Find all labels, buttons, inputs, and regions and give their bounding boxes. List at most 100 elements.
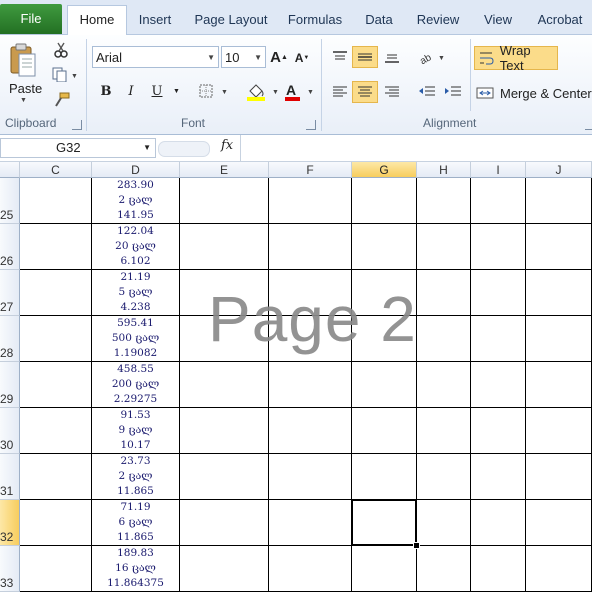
select-all-corner[interactable]	[0, 162, 20, 178]
cell-i26[interactable]	[471, 224, 526, 270]
underline-button[interactable]: U	[149, 82, 165, 100]
font-color-icon[interactable]: A ▼	[283, 81, 317, 103]
row-header[interactable]: 31	[0, 454, 20, 500]
orientation-icon[interactable]: ab ▼	[418, 47, 448, 67]
cell-g33[interactable]	[352, 546, 417, 592]
align-left-icon[interactable]	[330, 82, 350, 102]
cell-e28[interactable]	[180, 316, 269, 362]
cell-i33[interactable]	[471, 546, 526, 592]
cell-e27[interactable]	[180, 270, 269, 316]
cell-j26[interactable]	[526, 224, 592, 270]
cell-e31[interactable]	[180, 454, 269, 500]
cell-j29[interactable]	[526, 362, 592, 408]
cell-c29[interactable]	[20, 362, 92, 408]
column-header-c[interactable]: C	[20, 162, 92, 178]
tab-acrobat[interactable]: Acrobat	[532, 6, 588, 34]
insert-function-button[interactable]: fx	[221, 138, 233, 153]
cell-c25[interactable]	[20, 178, 92, 224]
italic-button[interactable]: I	[123, 82, 139, 100]
merge-center-button[interactable]: Merge & Center	[476, 82, 592, 104]
formula-bar-divider[interactable]	[158, 141, 210, 157]
column-header-d[interactable]: D	[92, 162, 180, 178]
font-size-select[interactable]: 10 ▼	[221, 46, 266, 68]
cell-d31[interactable]: 23.73 2 ცალ 11.865	[92, 454, 180, 500]
row-header[interactable]: 26	[0, 224, 20, 270]
copy-icon[interactable]: ▼	[50, 65, 80, 83]
cell-d30[interactable]: 91.53 9 ცალ 10.17	[92, 408, 180, 454]
cell-h25[interactable]	[417, 178, 471, 224]
alignment-launcher-icon[interactable]	[585, 120, 592, 130]
cell-j28[interactable]	[526, 316, 592, 362]
cell-h28[interactable]	[417, 316, 471, 362]
name-box[interactable]: G32 ▼	[0, 138, 156, 158]
cell-j32[interactable]	[526, 500, 592, 546]
cell-g31[interactable]	[352, 454, 417, 500]
align-right-icon[interactable]	[382, 82, 402, 102]
grow-font-icon[interactable]: A ▲	[270, 47, 288, 67]
cell-d29[interactable]: 458.55 200 ცალ 2.29275	[92, 362, 180, 408]
cell-e29[interactable]	[180, 362, 269, 408]
cell-f27[interactable]	[269, 270, 352, 316]
row-header[interactable]: 30	[0, 408, 20, 454]
cell-c33[interactable]	[20, 546, 92, 592]
cell-d26[interactable]: 122.04 20 ცალ 6.102	[92, 224, 180, 270]
font-name-select[interactable]: Arial ▼	[92, 46, 219, 68]
font-launcher-icon[interactable]	[306, 120, 316, 130]
cell-i28[interactable]	[471, 316, 526, 362]
column-header-g[interactable]: G	[352, 162, 417, 178]
cell-j33[interactable]	[526, 546, 592, 592]
row-header[interactable]: 32	[0, 500, 20, 546]
wrap-text-button[interactable]: Wrap Text	[474, 43, 558, 73]
cell-i32[interactable]	[471, 500, 526, 546]
cell-f26[interactable]	[269, 224, 352, 270]
cell-f32[interactable]	[269, 500, 352, 546]
clipboard-launcher-icon[interactable]	[72, 120, 82, 130]
cell-c27[interactable]	[20, 270, 92, 316]
tab-formulas[interactable]: Formulas	[283, 6, 347, 34]
column-header-j[interactable]: J	[526, 162, 592, 178]
cell-i31[interactable]	[471, 454, 526, 500]
align-middle-icon[interactable]	[352, 46, 378, 68]
cell-j27[interactable]	[526, 270, 592, 316]
cell-i25[interactable]	[471, 178, 526, 224]
cell-h26[interactable]	[417, 224, 471, 270]
cut-icon[interactable]	[52, 41, 70, 59]
cell-f33[interactable]	[269, 546, 352, 592]
cell-g27[interactable]	[352, 270, 417, 316]
tab-insert[interactable]: Insert	[132, 6, 178, 34]
cell-e30[interactable]	[180, 408, 269, 454]
cell-f28[interactable]	[269, 316, 352, 362]
cell-e26[interactable]	[180, 224, 269, 270]
cell-c31[interactable]	[20, 454, 92, 500]
format-painter-icon[interactable]	[52, 91, 70, 109]
column-header-i[interactable]: I	[471, 162, 526, 178]
cell-e33[interactable]	[180, 546, 269, 592]
align-bottom-icon[interactable]	[382, 47, 402, 67]
cell-c32[interactable]	[20, 500, 92, 546]
row-header[interactable]: 25	[0, 178, 20, 224]
cell-i27[interactable]	[471, 270, 526, 316]
tab-review[interactable]: Review	[412, 6, 464, 34]
cell-f31[interactable]	[269, 454, 352, 500]
chevron-down-icon[interactable]: ▼	[173, 88, 180, 95]
column-header-e[interactable]: E	[180, 162, 269, 178]
cell-i29[interactable]	[471, 362, 526, 408]
active-cell-border[interactable]	[351, 499, 417, 546]
cell-c28[interactable]	[20, 316, 92, 362]
cell-h27[interactable]	[417, 270, 471, 316]
tab-home[interactable]: Home	[67, 5, 127, 35]
cell-g28[interactable]	[352, 316, 417, 362]
cell-f30[interactable]	[269, 408, 352, 454]
cell-j25[interactable]	[526, 178, 592, 224]
align-center-icon[interactable]	[352, 81, 378, 103]
cell-g30[interactable]	[352, 408, 417, 454]
cell-i30[interactable]	[471, 408, 526, 454]
align-top-icon[interactable]	[330, 47, 350, 67]
row-header[interactable]: 29	[0, 362, 20, 408]
tab-page-layout[interactable]: Page Layout	[190, 6, 272, 34]
cell-d25[interactable]: 283.90 2 ცალ 141.95	[92, 178, 180, 224]
row-header[interactable]: 28	[0, 316, 20, 362]
cell-d32[interactable]: 71.19 6 ცალ 11.865	[92, 500, 180, 546]
cell-g26[interactable]	[352, 224, 417, 270]
bold-button[interactable]: B	[98, 82, 114, 100]
